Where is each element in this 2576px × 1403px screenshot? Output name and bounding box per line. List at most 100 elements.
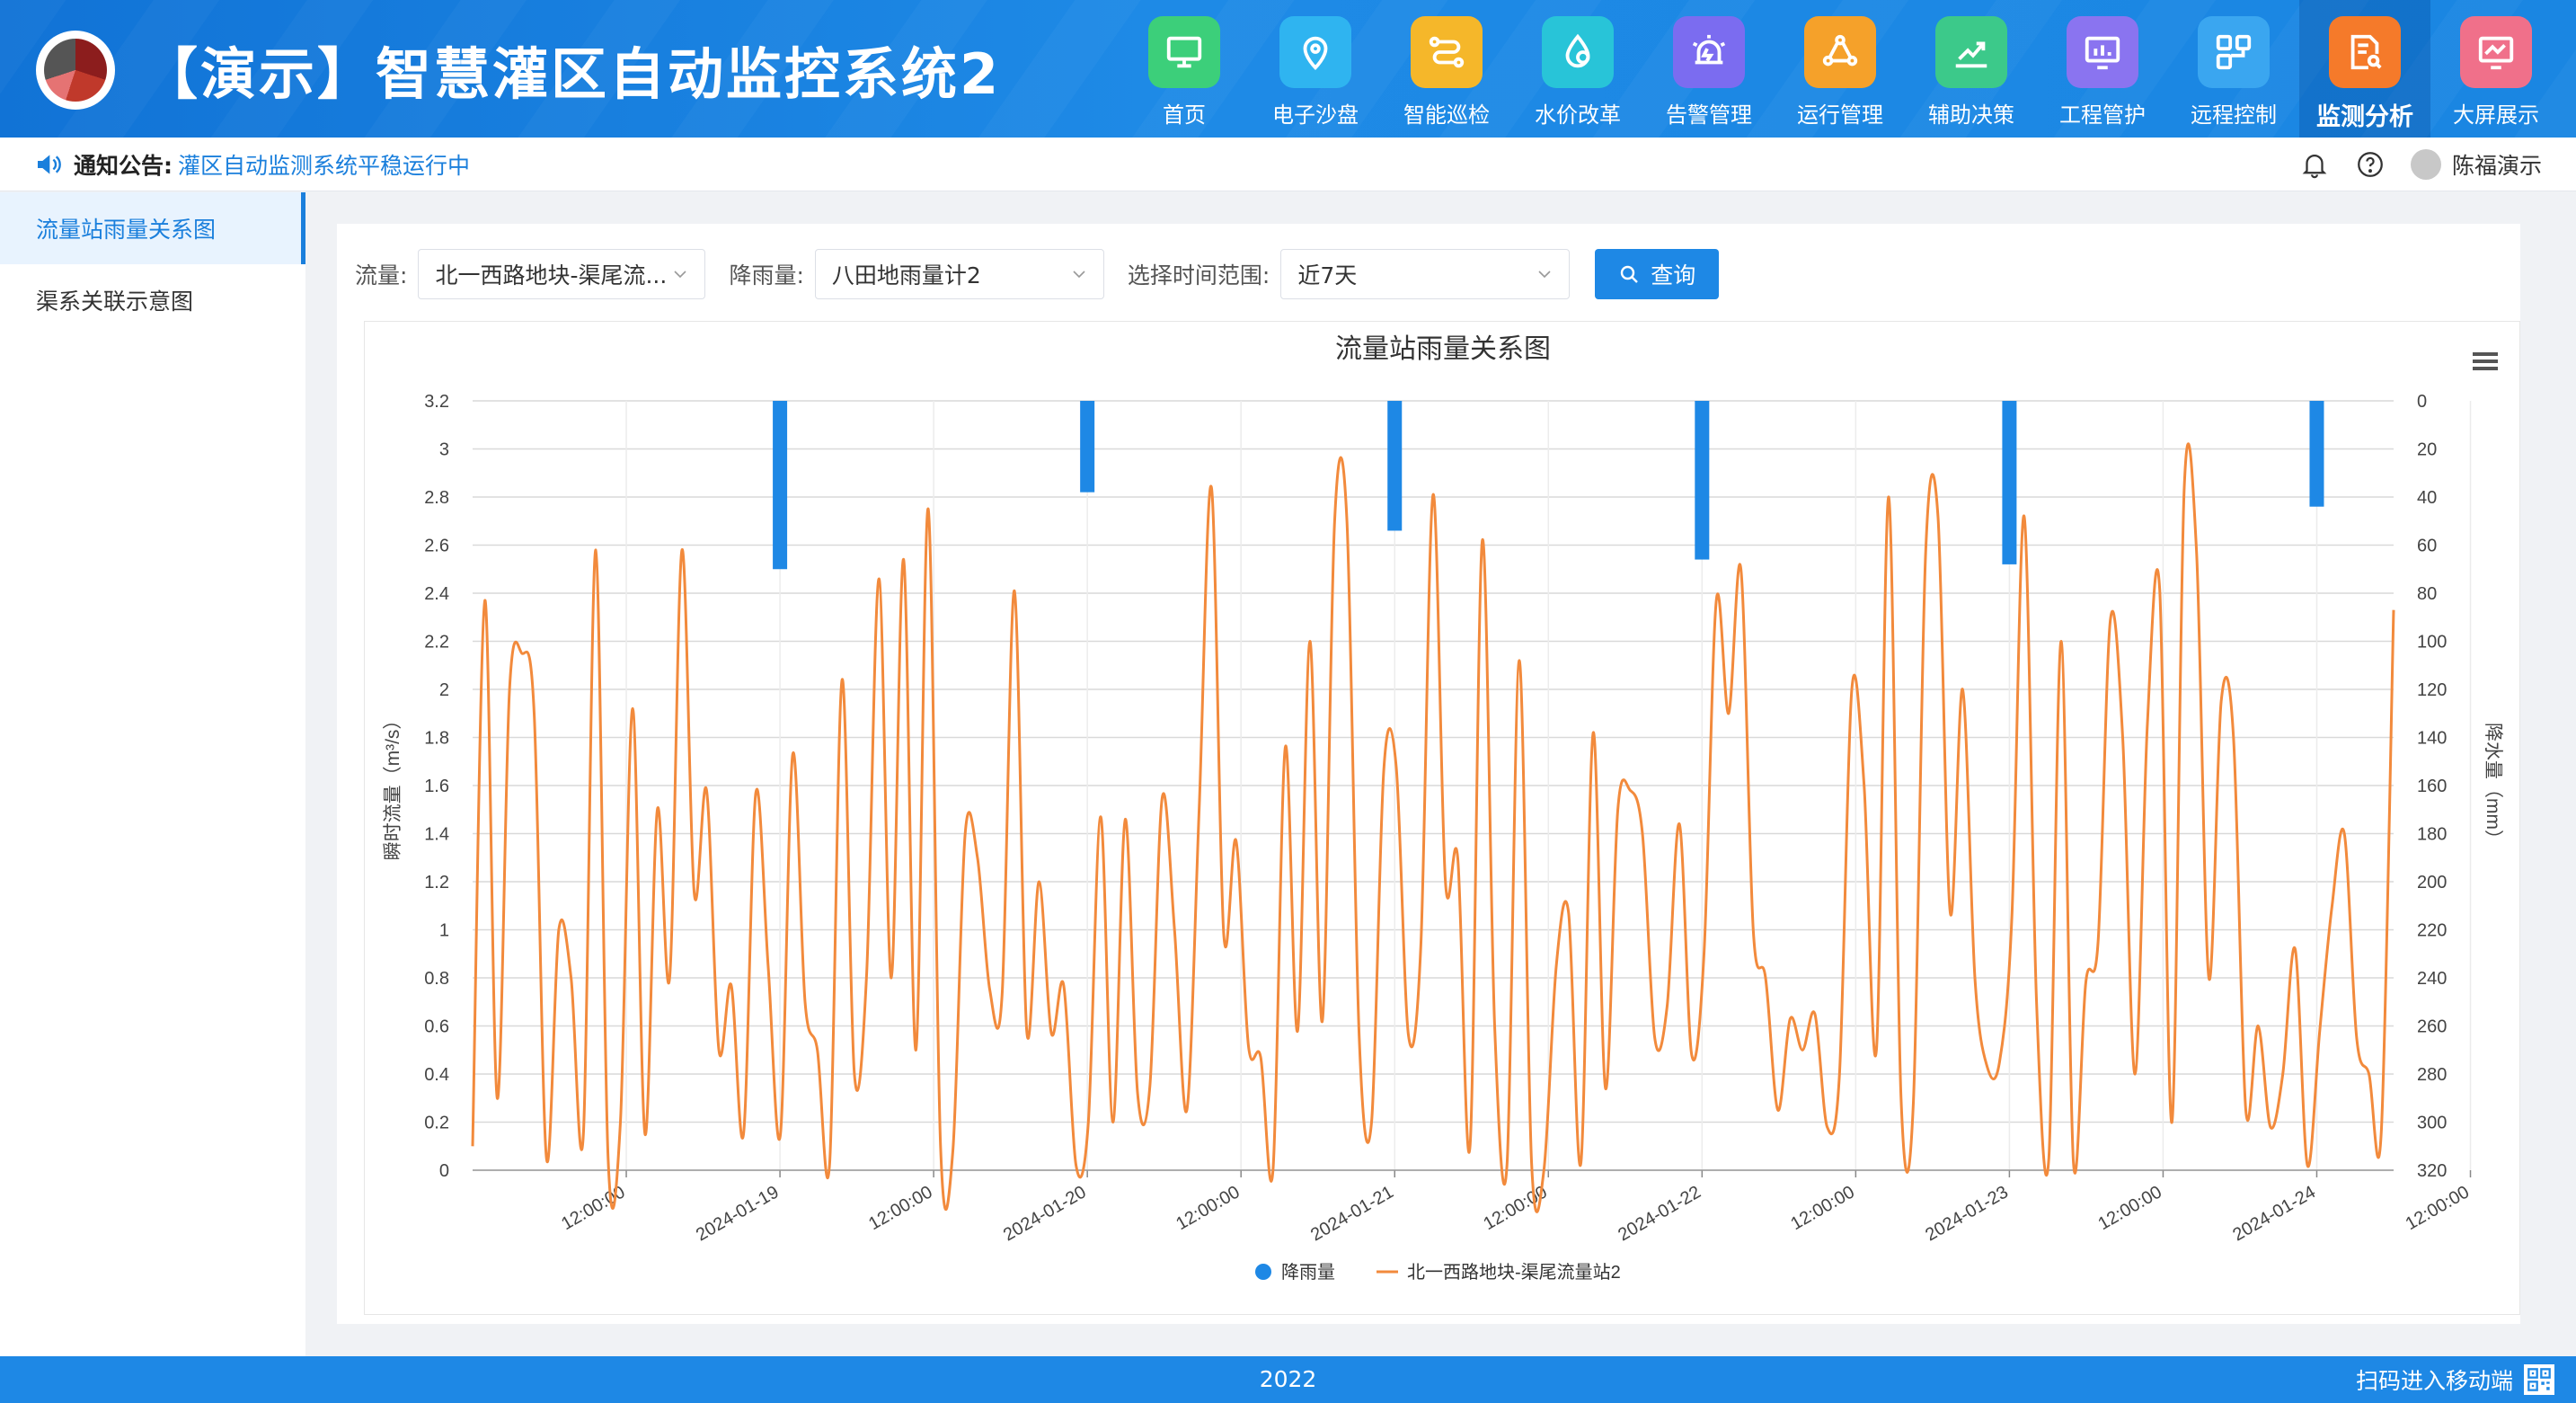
nav-item-sandtable[interactable]: 电子沙盘: [1250, 0, 1381, 138]
nav-item-alarm[interactable]: 告警管理: [1643, 0, 1775, 138]
y-tick-label: 2.6: [424, 537, 449, 556]
rain-gauge-select[interactable]: 八田地雨量计2: [814, 249, 1104, 299]
chevron-down-icon: [1538, 271, 1551, 279]
rain-gauge-value: 八田地雨量计2: [831, 262, 981, 289]
y-tick-label: 2.8: [424, 488, 449, 508]
nav-label: 辅助决策: [1928, 102, 2014, 128]
sidebar-item-canal-diagram[interactable]: 渠系关联示意图: [0, 264, 305, 336]
y2-tick-label: 240: [2417, 969, 2447, 989]
rain-bar: [773, 401, 788, 570]
y2-tick-label: 300: [2417, 1114, 2447, 1133]
y-axis-title: 瞬时流量（m³/s）: [383, 711, 403, 861]
notice-text[interactable]: 灌区自动监测系统平稳运行中: [178, 148, 470, 181]
bell-icon[interactable]: [2299, 149, 2330, 180]
nav-item-decision[interactable]: 辅助决策: [1906, 0, 2037, 138]
rain-bar: [1695, 401, 1710, 560]
notice-bar: 通知公告: 灌区自动监测系统平稳运行中 陈福演示: [0, 138, 2576, 191]
y-tick-label: 1.6: [424, 777, 449, 796]
y2-tick-label: 260: [2417, 1017, 2447, 1037]
workflow-icon: [1804, 16, 1876, 88]
flow-rain-chart: 流量站雨量关系图 0 0.2 0.4 0.6 0.8 1 1.2 1.4 1.6 1.8 2 2.2 2.…: [383, 334, 2503, 1283]
x-tick-label: 2024-01-24: [2229, 1182, 2319, 1245]
nav-item-maintenance[interactable]: 工程管护: [2037, 0, 2168, 138]
mobile-entry-label: 扫码进入移动端: [2355, 1368, 2513, 1394]
alarm-icon: [1673, 16, 1745, 88]
help-icon[interactable]: [2355, 149, 2386, 180]
y2-tick-label: 320: [2417, 1161, 2447, 1181]
nav-item-big-screen[interactable]: 大屏展示: [2430, 0, 2562, 138]
y-tick-label: 2.2: [424, 633, 449, 653]
rain-bar: [2309, 401, 2324, 507]
notice-label: 通知公告:: [74, 152, 173, 179]
nav-label: 远程控制: [2191, 102, 2277, 128]
nav-label: 大屏展示: [2453, 102, 2539, 128]
chart-container: 流量站雨量关系图 0 0.2 0.4 0.6 0.8 1 1.2 1.4 1.6 1.8 2 2.2 2.…: [364, 321, 2520, 1315]
y2-axis-title: 降水量（mm）: [2483, 723, 2503, 848]
y2-tick-label: 60: [2417, 537, 2437, 556]
y2-tick-label: 220: [2417, 921, 2447, 941]
chart-menu-icon[interactable]: [2473, 352, 2498, 370]
y2-tick-label: 0: [2417, 392, 2427, 412]
y-tick-label: 2: [439, 680, 449, 700]
x-tick-label: 2024-01-21: [1307, 1182, 1397, 1245]
x-tick-label: 2024-01-19: [693, 1182, 783, 1245]
nav-item-monitoring-analysis[interactable]: 监测分析: [2299, 0, 2430, 138]
nav-label: 首页: [1163, 102, 1206, 128]
y-tick-label: 1.4: [424, 825, 449, 845]
y2-tick-label: 180: [2417, 825, 2447, 845]
x-tick-label: 12:00:00: [865, 1182, 935, 1234]
route-icon: [1411, 16, 1483, 88]
nav-item-home[interactable]: 首页: [1119, 0, 1250, 138]
rain-label: 降雨量:: [729, 262, 804, 289]
sidebar-item-flow-rain-chart[interactable]: 流量站雨量关系图: [0, 192, 305, 264]
filter-bar: 流量: 北一西路地块-渠尾流... 降雨量: 八田地雨量计2 选择时间范围: 近…: [355, 249, 1720, 299]
nav-label: 智能巡检: [1403, 102, 1490, 128]
y-tick-label: 1.8: [424, 729, 449, 749]
x-tick-label: 12:00:00: [1787, 1182, 1857, 1234]
y-tick-label: 0.4: [424, 1065, 449, 1085]
flow-line: [471, 442, 2395, 1213]
y-tick-label: 0.8: [424, 969, 449, 989]
query-label: 查询: [1651, 262, 1696, 289]
nav-label: 告警管理: [1666, 102, 1752, 128]
nav-item-remote-control[interactable]: 远程控制: [2168, 0, 2299, 138]
user-name[interactable]: 陈福演示: [2452, 148, 2542, 181]
y-tick-label: 1: [439, 921, 449, 941]
x-tick-label: 2024-01-20: [1000, 1182, 1090, 1245]
avatar[interactable]: [2410, 149, 2441, 180]
time-range-value: 近7天: [1297, 262, 1358, 289]
mobile-entry[interactable]: 扫码进入移动端: [2356, 1356, 2554, 1403]
rain-bar: [2002, 401, 2017, 564]
flow-label: 流量:: [355, 262, 408, 289]
nav-item-operation[interactable]: 运行管理: [1775, 0, 1906, 138]
legend-marker-rain: [1255, 1264, 1271, 1280]
time-range-select[interactable]: 近7天: [1280, 249, 1571, 299]
nav-label: 监测分析: [2316, 103, 2413, 131]
logo: [36, 31, 115, 110]
x-tick-label: 12:00:00: [2095, 1182, 2165, 1234]
nav-label: 工程管护: [2059, 102, 2146, 128]
y-tick-label: 1.2: [424, 873, 449, 892]
qr-code-icon[interactable]: [2524, 1364, 2554, 1395]
nav-item-inspection[interactable]: 智能巡检: [1381, 0, 1512, 138]
legend-label-rain: 降雨量: [1281, 1262, 1335, 1283]
y2-tick-label: 80: [2417, 584, 2437, 604]
y-tick-label: 3: [439, 440, 449, 460]
map-pin-icon: [1279, 16, 1351, 88]
query-button[interactable]: 查询: [1595, 249, 1720, 299]
rain-bar: [1080, 401, 1095, 493]
y2-tick-label: 40: [2417, 488, 2437, 508]
nav-label: 电子沙盘: [1272, 102, 1359, 128]
flow-station-select[interactable]: 北一西路地块-渠尾流...: [418, 249, 706, 299]
x-tick-label: 12:00:00: [1173, 1182, 1243, 1234]
top-header: 【演示】智慧灌区自动监控系统2 首页 电子沙盘 智能巡检 水价改革 告警管理 运…: [0, 0, 2576, 138]
nav-item-water-price[interactable]: 水价改革: [1512, 0, 1643, 138]
search-icon: [1621, 265, 1639, 283]
bar-chart-icon: [2067, 16, 2138, 88]
y2-tick-label: 120: [2417, 680, 2447, 700]
x-tick-label: 2024-01-22: [1615, 1182, 1704, 1245]
main-card: 流量: 北一西路地块-渠尾流... 降雨量: 八田地雨量计2 选择时间范围: 近…: [337, 224, 2520, 1324]
y2-tick-label: 200: [2417, 873, 2447, 892]
y2-tick-label: 280: [2417, 1065, 2447, 1085]
chevron-down-icon: [674, 271, 687, 279]
